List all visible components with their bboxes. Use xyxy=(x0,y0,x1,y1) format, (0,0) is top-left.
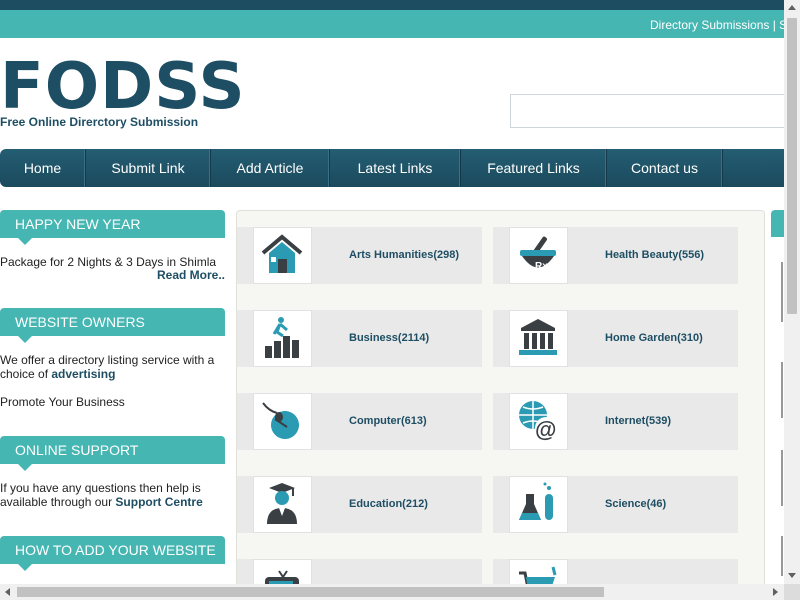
category-label: Business(2114) xyxy=(349,332,430,344)
top-strip xyxy=(0,0,784,10)
category-computer[interactable]: Computer(613) xyxy=(237,393,482,450)
top-bar: Directory Submissions | S xyxy=(0,10,784,38)
category-label: Computer(613) xyxy=(349,415,427,427)
horizontal-scroll-thumb[interactable] xyxy=(17,587,604,597)
main-nav: Home Submit Link Add Article Latest Link… xyxy=(0,149,784,187)
category-label: Internet(539) xyxy=(605,415,672,427)
website-owners-heading: WEBSITE OWNERS xyxy=(0,308,225,343)
right-column-text xyxy=(781,362,783,418)
search-input[interactable] xyxy=(510,94,790,128)
online-support-heading: ONLINE SUPPORT xyxy=(0,436,225,471)
read-more-link[interactable]: Read More.. xyxy=(0,268,225,282)
category-education[interactable]: Education(212) xyxy=(237,476,482,533)
site-tagline: Free Online Direrctory Submission xyxy=(0,115,199,129)
promote-business-link[interactable]: Promote Your Business xyxy=(0,395,225,409)
building-columns-icon xyxy=(509,310,568,367)
category-health-beauty[interactable]: Rx Health Beauty(556) xyxy=(493,227,738,284)
mortar-pestle-icon: Rx xyxy=(509,227,568,284)
new-year-text: Package for 2 Nights & 3 Days in Shimla xyxy=(0,255,217,269)
horizontal-scrollbar[interactable] xyxy=(0,584,784,600)
top-links[interactable]: Directory Submissions | S xyxy=(650,18,784,32)
flask-icon xyxy=(509,476,568,533)
nav-home[interactable]: Home xyxy=(0,149,86,187)
nav-latest-links[interactable]: Latest Links xyxy=(330,149,461,187)
graduate-icon xyxy=(253,476,312,533)
house-icon xyxy=(253,227,312,284)
advertising-link[interactable]: advertising xyxy=(51,367,115,381)
how-to-add-heading: HOW TO ADD YOUR WEBSITE xyxy=(0,536,225,571)
category-label: Health Beauty(556) xyxy=(605,249,705,261)
category-label: Home Garden(310) xyxy=(605,332,703,344)
scroll-up-arrow-icon[interactable] xyxy=(788,5,796,10)
svg-text:Rx: Rx xyxy=(535,261,548,272)
category-label: Education(212) xyxy=(349,498,428,510)
support-centre-link[interactable]: Support Centre xyxy=(115,495,202,509)
scroll-left-arrow-icon[interactable] xyxy=(5,588,10,596)
vertical-scroll-thumb[interactable] xyxy=(787,18,797,314)
business-growth-icon xyxy=(253,310,312,367)
vertical-scrollbar[interactable] xyxy=(784,0,800,584)
category-arts-humanities[interactable]: Arts Humanities(298) xyxy=(237,227,482,284)
nav-submit-link[interactable]: Submit Link xyxy=(86,149,211,187)
category-science[interactable]: Science(46) xyxy=(493,476,738,533)
nav-add-article[interactable]: Add Article xyxy=(211,149,330,187)
nav-featured-links[interactable]: Featured Links xyxy=(461,149,607,187)
category-business[interactable]: Business(2114) xyxy=(237,310,482,367)
scrollbar-corner xyxy=(784,584,800,600)
site-logo[interactable]: FODSS xyxy=(0,52,246,122)
category-label: Science(46) xyxy=(605,498,667,510)
svg-text:@: @ xyxy=(535,417,556,442)
website-owners-text: We offer a directory listing service wit… xyxy=(0,353,225,381)
category-grid: Arts Humanities(298) Rx Health Beauty(55… xyxy=(236,210,765,592)
right-column-partial xyxy=(771,210,784,590)
right-column-text xyxy=(781,450,783,506)
online-support-text: If you have any questions then help is a… xyxy=(0,481,225,509)
category-home-garden[interactable]: Home Garden(310) xyxy=(493,310,738,367)
nav-contact-us[interactable]: Contact us xyxy=(607,149,723,187)
category-label: Arts Humanities(298) xyxy=(349,249,460,261)
scroll-down-arrow-icon[interactable] xyxy=(788,573,796,578)
scroll-right-arrow-icon[interactable] xyxy=(773,588,778,596)
happy-new-year-heading: HAPPY NEW YEAR xyxy=(0,210,225,245)
globe-at-icon: @ xyxy=(509,393,568,450)
right-column-text xyxy=(781,262,783,322)
right-column-heading xyxy=(771,210,784,237)
category-internet[interactable]: @ Internet(539) xyxy=(493,393,738,450)
right-column-text xyxy=(781,536,783,576)
mouse-icon xyxy=(253,393,312,450)
